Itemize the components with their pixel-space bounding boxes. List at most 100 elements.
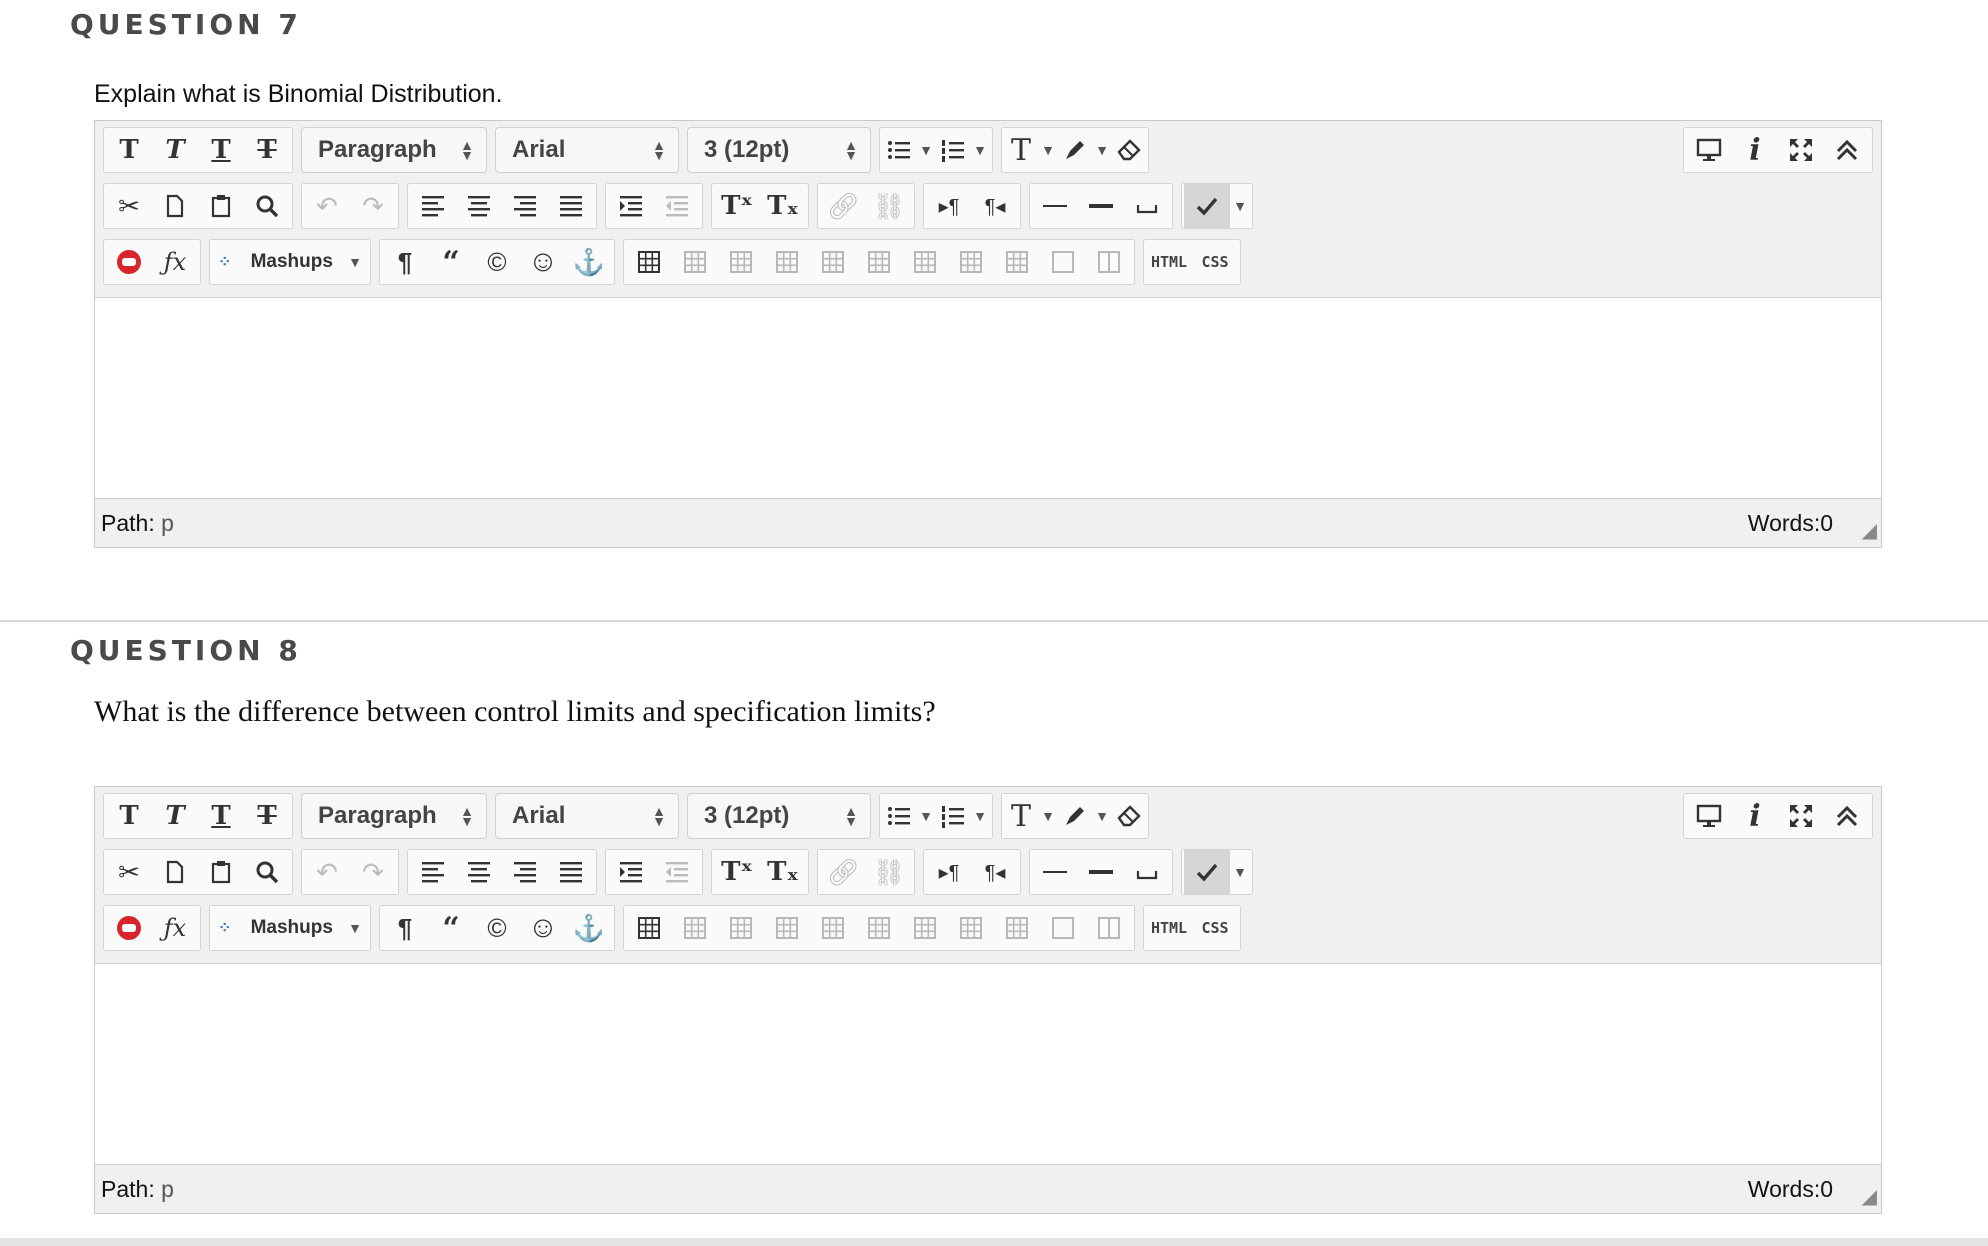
font-size-select[interactable]: 3 (12pt) ▲ ▼	[687, 793, 871, 839]
mashups-dropdown[interactable]: ⁘ Mashups ▼	[209, 239, 371, 285]
bold-button[interactable]: T	[106, 128, 152, 172]
preview-button[interactable]	[1686, 794, 1732, 838]
table-tool-button[interactable]	[626, 906, 672, 950]
table-tool-button[interactable]	[856, 240, 902, 284]
html-button[interactable]: HTML	[1146, 906, 1192, 950]
justify-button[interactable]	[548, 184, 594, 228]
cut-button[interactable]: ✂	[106, 184, 152, 228]
chevron-down-icon[interactable]: ▼	[1092, 808, 1112, 824]
table-tool-button[interactable]	[1040, 906, 1086, 950]
chevron-down-icon[interactable]: ▼	[970, 142, 990, 158]
emoji-button[interactable]: ☺	[520, 906, 566, 950]
format-block-select[interactable]: Paragraph ▲ ▼	[301, 793, 487, 839]
preview-button[interactable]	[1686, 128, 1732, 172]
subscript-button[interactable]: Tₓ	[760, 184, 806, 228]
text-color-button[interactable]: T	[1004, 794, 1038, 838]
table-tool-button[interactable]	[810, 906, 856, 950]
rtl-button[interactable]: ¶◂	[972, 850, 1018, 894]
align-center-button[interactable]	[456, 850, 502, 894]
blockquote-button[interactable]: “	[428, 906, 474, 950]
chevron-down-icon[interactable]: ▼	[1038, 142, 1058, 158]
hr-button[interactable]	[1032, 850, 1078, 894]
format-block-select[interactable]: Paragraph ▲ ▼	[301, 127, 487, 173]
table-tool-button[interactable]	[626, 240, 672, 284]
justify-button[interactable]	[548, 850, 594, 894]
paste-button[interactable]	[198, 184, 244, 228]
bold-button[interactable]: T	[106, 794, 152, 838]
align-left-button[interactable]	[410, 184, 456, 228]
cut-button[interactable]: ✂	[106, 850, 152, 894]
anchor-button[interactable]: ⚓	[566, 240, 612, 284]
copyright-button[interactable]: ©	[474, 906, 520, 950]
editor-content-area[interactable]	[95, 297, 1881, 499]
subscript-button[interactable]: Tₓ	[760, 850, 806, 894]
table-tool-button[interactable]	[718, 906, 764, 950]
table-tool-button[interactable]	[1086, 240, 1132, 284]
collapse-toolbar-button[interactable]	[1824, 128, 1870, 172]
formula-button[interactable]: ƒx	[152, 240, 198, 284]
info-button[interactable]: i	[1732, 128, 1778, 172]
spellcheck-button[interactable]	[1184, 850, 1230, 894]
font-family-select[interactable]: Arial ▲ ▼	[495, 127, 679, 173]
redo-button[interactable]: ↷	[350, 184, 396, 228]
copy-button[interactable]	[152, 850, 198, 894]
css-button[interactable]: CSS	[1192, 906, 1238, 950]
table-tool-button[interactable]	[948, 906, 994, 950]
text-color-button[interactable]: T	[1004, 128, 1038, 172]
highlight-button[interactable]	[1058, 794, 1092, 838]
align-right-button[interactable]	[502, 850, 548, 894]
bullet-list-button[interactable]	[882, 128, 916, 172]
outdent-button[interactable]	[654, 184, 700, 228]
chevron-down-icon[interactable]: ▼	[1092, 142, 1112, 158]
blockquote-button[interactable]: “	[428, 240, 474, 284]
table-tool-button[interactable]	[948, 240, 994, 284]
pilcrow-button[interactable]: ¶	[382, 240, 428, 284]
numbered-list-button[interactable]	[936, 794, 970, 838]
anchor-button[interactable]: ⚓	[566, 906, 612, 950]
table-tool-button[interactable]	[810, 240, 856, 284]
highlight-button[interactable]	[1058, 128, 1092, 172]
pilcrow-button[interactable]: ¶	[382, 906, 428, 950]
thick-hr-button[interactable]	[1078, 184, 1124, 228]
underline-button[interactable]: T	[198, 794, 244, 838]
copyright-button[interactable]: ©	[474, 240, 520, 284]
resize-handle[interactable]: ◢	[1862, 518, 1877, 543]
editor-content-area[interactable]	[95, 963, 1881, 1165]
hr-button[interactable]	[1032, 184, 1078, 228]
emoji-button[interactable]: ☺	[520, 240, 566, 284]
table-tool-button[interactable]	[994, 906, 1040, 950]
find-button[interactable]	[244, 184, 290, 228]
chevron-down-icon[interactable]: ▼	[970, 808, 990, 824]
chevron-down-icon[interactable]: ▼	[1038, 808, 1058, 824]
table-tool-button[interactable]	[856, 906, 902, 950]
strikethrough-button[interactable]: T	[244, 128, 290, 172]
align-left-button[interactable]	[410, 850, 456, 894]
superscript-button[interactable]: Tˣ	[714, 184, 760, 228]
strikethrough-button[interactable]: T	[244, 794, 290, 838]
bullet-list-button[interactable]	[882, 794, 916, 838]
collapse-toolbar-button[interactable]	[1824, 794, 1870, 838]
resize-handle[interactable]: ◢	[1862, 1184, 1877, 1209]
underline-button[interactable]: T	[198, 128, 244, 172]
table-tool-button[interactable]	[672, 906, 718, 950]
nbsp-button[interactable]	[1124, 850, 1170, 894]
align-right-button[interactable]	[502, 184, 548, 228]
superscript-button[interactable]: Tˣ	[714, 850, 760, 894]
html-button[interactable]: HTML	[1146, 240, 1192, 284]
table-tool-button[interactable]	[902, 906, 948, 950]
spellcheck-button[interactable]	[1184, 184, 1230, 228]
align-center-button[interactable]	[456, 184, 502, 228]
nbsp-button[interactable]	[1124, 184, 1170, 228]
thick-hr-button[interactable]	[1078, 850, 1124, 894]
info-button[interactable]: i	[1732, 794, 1778, 838]
youtube-button[interactable]	[106, 906, 152, 950]
numbered-list-button[interactable]	[936, 128, 970, 172]
table-tool-button[interactable]	[672, 240, 718, 284]
css-button[interactable]: CSS	[1192, 240, 1238, 284]
mashups-dropdown[interactable]: ⁘ Mashups ▼	[209, 905, 371, 951]
copy-button[interactable]	[152, 184, 198, 228]
rtl-button[interactable]: ¶◂	[972, 184, 1018, 228]
table-tool-button[interactable]	[1040, 240, 1086, 284]
paste-button[interactable]	[198, 850, 244, 894]
italic-button[interactable]: T	[152, 128, 198, 172]
